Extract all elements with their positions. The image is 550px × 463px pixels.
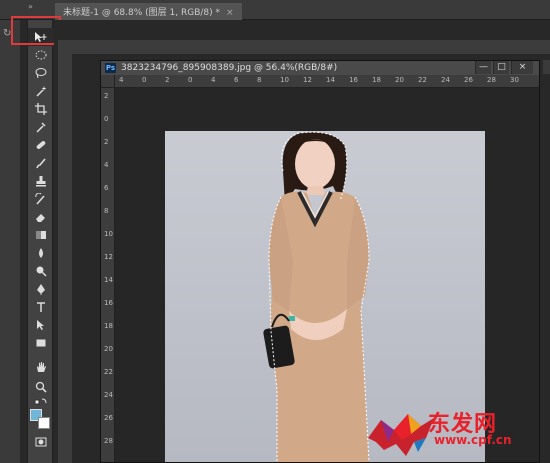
tab-close-icon[interactable]: × xyxy=(226,8,234,18)
ruler-h-label: 10 xyxy=(280,76,289,84)
magic-wand-tool-icon[interactable] xyxy=(28,82,54,100)
quick-mask-icon[interactable] xyxy=(28,434,54,452)
panel-dock-left: ↻ xyxy=(0,20,20,463)
history-brush-tool-icon[interactable] xyxy=(28,190,54,208)
clone-stamp-tool-icon[interactable] xyxy=(28,172,54,190)
ruler-h-label: 30 xyxy=(510,76,519,84)
main-ruler-vertical xyxy=(58,40,72,463)
watermark: 东发网 www.cpf.cn xyxy=(366,402,550,463)
ruler-h-label: 0 xyxy=(188,76,193,84)
ruler-h-label: 0 xyxy=(142,76,147,84)
ruler-h-label: 24 xyxy=(441,76,450,84)
ruler-h-label: 4 xyxy=(211,76,216,84)
horizontal-ruler[interactable]: 4 0 2 0 4 6 8 10 12 14 16 18 20 22 24 26 28 30 xyxy=(115,75,539,88)
photoshop-file-icon: Ps xyxy=(105,63,116,73)
pen-tool-icon[interactable] xyxy=(28,280,54,298)
document-title-bar[interactable]: Ps 3823234796_895908389.jpg @ 56.4%(RGB/… xyxy=(101,61,539,75)
ruler-h-label: 8 xyxy=(257,76,262,84)
background-color-swatch[interactable] xyxy=(38,417,50,429)
close-button[interactable]: × xyxy=(511,61,533,74)
ruler-h-label: 26 xyxy=(464,76,473,84)
main-ruler-horizontal xyxy=(72,40,550,54)
type-tool-icon[interactable] xyxy=(28,298,54,316)
tools-panel xyxy=(27,20,54,463)
rectangle-tool-icon[interactable] xyxy=(28,334,54,352)
ruler-h-label: 28 xyxy=(487,76,496,84)
ruler-v-label: 6 xyxy=(104,184,109,192)
ruler-v-label: 10 xyxy=(104,230,113,238)
ruler-h-label: 18 xyxy=(372,76,381,84)
ruler-v-label: 8 xyxy=(104,207,109,215)
tab-label: 未标题-1 @ 68.8% (图层 1, RGB/8) * xyxy=(63,8,220,18)
ruler-v-label: 16 xyxy=(104,299,113,307)
ruler-v-label: 26 xyxy=(104,414,113,422)
collapse-panels-icon[interactable]: » xyxy=(28,2,33,11)
lasso-tool-icon[interactable] xyxy=(28,64,54,82)
ruler-v-label: 18 xyxy=(104,322,113,330)
vertical-ruler[interactable]: 2 0 2 4 6 8 10 12 14 16 18 20 22 24 26 28 xyxy=(101,88,115,462)
ruler-h-label: 20 xyxy=(395,76,404,84)
blur-tool-icon[interactable] xyxy=(28,244,54,262)
ruler-v-label: 24 xyxy=(104,391,113,399)
eyedropper-tool-icon[interactable] xyxy=(28,118,54,136)
document-title: 3823234796_895908389.jpg @ 56.4%(RGB/8#) xyxy=(121,63,338,73)
ruler-h-label: 22 xyxy=(418,76,427,84)
ruler-v-label: 2 xyxy=(104,92,109,100)
ruler-h-label: 6 xyxy=(234,76,239,84)
watermark-url: www.cpf.cn xyxy=(434,433,512,447)
ruler-v-label: 14 xyxy=(104,276,113,284)
ruler-h-label: 16 xyxy=(349,76,358,84)
ruler-v-label: 4 xyxy=(104,161,109,169)
dodge-tool-icon[interactable] xyxy=(28,262,54,280)
gradient-tool-icon[interactable] xyxy=(28,226,54,244)
crop-tool-icon[interactable] xyxy=(28,100,54,118)
document-tab-bar: » 未标题-1 @ 68.8% (图层 1, RGB/8) * × xyxy=(0,0,550,20)
ruler-v-label: 2 xyxy=(104,138,109,146)
healing-brush-tool-icon[interactable] xyxy=(28,136,54,154)
ruler-v-label: 20 xyxy=(104,345,113,353)
ruler-h-label: 12 xyxy=(303,76,312,84)
ruler-h-label: 2 xyxy=(165,76,170,84)
hand-tool-icon[interactable] xyxy=(28,358,54,376)
dragon-logo-icon xyxy=(368,414,434,456)
photoshop-window: » 未标题-1 @ 68.8% (图层 1, RGB/8) * × ↻ Ps 3… xyxy=(0,0,550,463)
marquee-tool-icon[interactable] xyxy=(28,46,54,64)
path-selection-tool-icon[interactable] xyxy=(28,316,54,334)
minimize-button[interactable]: — xyxy=(475,61,491,74)
ruler-v-label: 0 xyxy=(104,115,109,123)
brush-tool-icon[interactable] xyxy=(28,154,54,172)
ruler-h-label: 14 xyxy=(326,76,335,84)
ruler-v-label: 12 xyxy=(104,253,113,261)
eraser-tool-icon[interactable] xyxy=(28,208,54,226)
maximize-button[interactable]: □ xyxy=(493,61,509,74)
ruler-v-label: 22 xyxy=(104,368,113,376)
tab-untitled-1[interactable]: 未标题-1 @ 68.8% (图层 1, RGB/8) * × xyxy=(55,3,242,20)
ruler-h-label: 4 xyxy=(119,76,124,84)
panel-scroll-tab[interactable] xyxy=(543,60,550,74)
ruler-v-label: 28 xyxy=(104,437,113,445)
ruler-origin[interactable] xyxy=(101,75,115,88)
